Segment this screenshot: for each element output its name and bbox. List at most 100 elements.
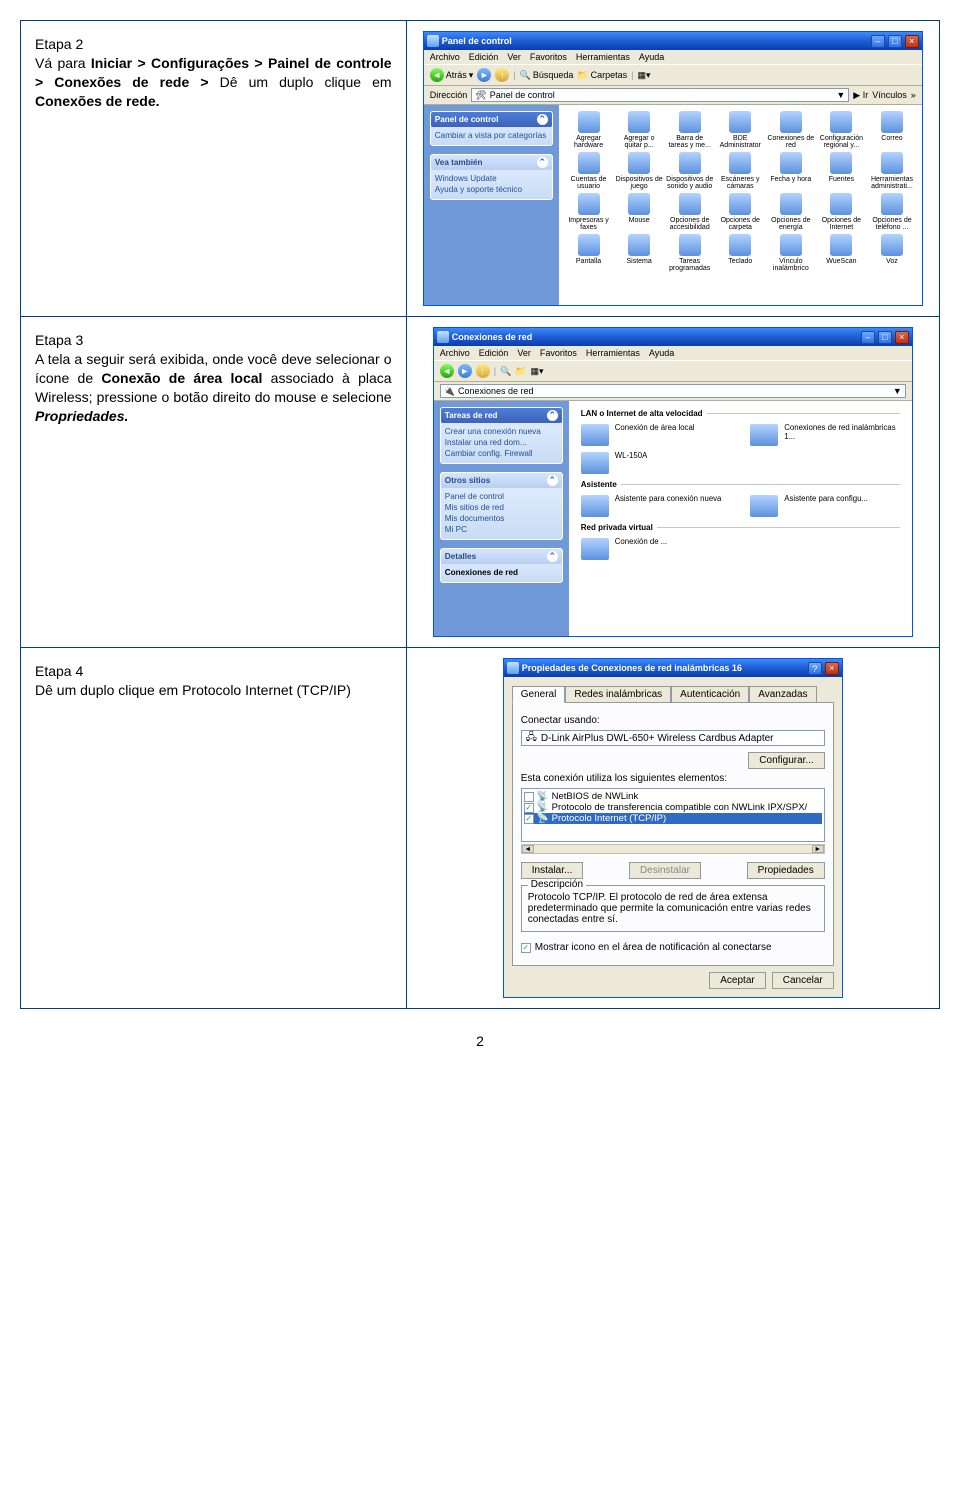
up-button[interactable]: ↑ [476,364,490,378]
configure-button[interactable]: Configurar... [748,752,824,769]
tab-auth[interactable]: Autenticación [671,686,749,703]
properties-button[interactable]: Propiedades [747,862,825,879]
tab-advanced[interactable]: Avanzadas [749,686,816,703]
minimize-button[interactable]: – [871,35,885,48]
list-item[interactable]: 📡NetBIOS de NWLink [524,791,822,802]
cp-item[interactable]: Cuentas de usuario [565,152,613,190]
side-link-categories[interactable]: Cambiar a vista por categorías [435,130,548,141]
cp-item[interactable]: Impresoras y faxes [565,193,613,231]
cp-item[interactable]: Fecha y hora [767,152,815,190]
menu-edicion[interactable]: Edición [469,52,499,62]
side-card-title[interactable]: Tareas de red⌃ [441,408,562,423]
other-link[interactable]: Panel de control [445,491,558,502]
side-link-winupdate[interactable]: Windows Update [435,173,548,184]
task-link[interactable]: Crear una conexión nueva [445,426,558,437]
scroll-right[interactable]: ► [812,845,824,853]
links-chevron[interactable]: » [911,90,916,100]
forward-button[interactable]: ► [458,364,472,378]
cp-item[interactable]: Fuentes [818,152,866,190]
checkbox[interactable]: ✓ [524,814,534,824]
cp-item[interactable]: Opciones de energía [767,193,815,231]
cp-item[interactable]: Tareas programadas [666,234,714,272]
cp-item[interactable]: Escáneres y cámaras [716,152,764,190]
cp-item[interactable]: Mouse [615,193,663,231]
menu-archivo[interactable]: Archivo [440,348,470,358]
uninstall-button[interactable]: Desinstalar [629,862,701,879]
cp-item[interactable]: Agregar o quitar p... [615,111,663,149]
menu-ayuda[interactable]: Ayuda [639,52,664,62]
cp-item[interactable]: Sistema [615,234,663,272]
menu-herramientas[interactable]: Herramientas [586,348,640,358]
wizard-new-conn[interactable]: Asistente para conexión nueva [581,495,731,517]
cp-item[interactable]: Teclado [716,234,764,272]
views-button[interactable]: ▦▾ [638,70,651,81]
forward-button[interactable]: ► [477,68,491,82]
cp-item[interactable]: Agregar hardware [565,111,613,149]
cp-item[interactable]: Dispositivos de sonido y audio [666,152,714,190]
views-button[interactable]: ▦▾ [531,366,544,377]
collapse-icon[interactable]: ⌃ [547,410,558,421]
close-button[interactable]: × [825,662,839,675]
help-button[interactable]: ? [808,662,822,675]
menu-herramientas[interactable]: Herramientas [576,52,630,62]
components-listbox[interactable]: 📡NetBIOS de NWLink ✓📡Protocolo de transf… [521,788,825,842]
connection-item-lan[interactable]: Conexión de área local [581,424,731,446]
list-item[interactable]: ✓📡Protocolo de transferencia compatible … [524,802,822,813]
titlebar[interactable]: Conexiones de red – □ × [434,328,912,346]
maximize-button[interactable]: □ [888,35,902,48]
folders-button[interactable]: 📁Carpetas [577,70,627,81]
titlebar[interactable]: Propiedades de Conexiones de red inalámb… [504,659,842,677]
network-connections-window[interactable]: Conexiones de red – □ × Archivo Edición … [433,327,913,637]
cp-item[interactable]: Vínculo inalámbrico [767,234,815,272]
side-card-title2[interactable]: Vea también⌃ [431,155,552,170]
collapse-icon[interactable]: ⌃ [537,114,548,125]
search-button[interactable]: 🔍 [500,366,511,377]
cp-item[interactable]: Opciones de carpeta [716,193,764,231]
titlebar[interactable]: Panel de control – □ × [424,32,922,50]
cp-item[interactable]: Opciones de Internet [818,193,866,231]
checkbox[interactable]: ✓ [524,803,534,813]
address-input[interactable]: 🔌Conexiones de red▼ [440,384,906,398]
cp-item[interactable]: Pantalla [565,234,613,272]
scroll-left[interactable]: ◄ [522,845,534,853]
side-card-title[interactable]: Panel de control⌃ [431,112,552,127]
menu-archivo[interactable]: Archivo [430,52,460,62]
maximize-button[interactable]: □ [878,331,892,344]
menu-ver[interactable]: Ver [517,348,531,358]
list-item-selected[interactable]: ✓📡Protocolo Internet (TCP/IP) [524,813,822,824]
tab-wireless[interactable]: Redes inalámbricas [565,686,671,703]
search-button[interactable]: 🔍Búsqueda [520,70,574,81]
address-input[interactable]: 🛠Panel de control▼ [471,88,849,102]
cp-item[interactable]: Conexiones de red [767,111,815,149]
collapse-icon[interactable]: ⌃ [547,475,558,486]
collapse-icon[interactable]: ⌃ [537,157,548,168]
connection-item-wireless[interactable]: Conexiones de red inalámbricas 1... [750,424,900,446]
cp-item[interactable]: Opciones de teléfono ... [868,193,916,231]
folders-button[interactable]: 📁 [515,366,526,377]
horizontal-scrollbar[interactable]: ◄► [521,844,825,854]
close-button[interactable]: × [905,35,919,48]
cp-item[interactable]: Dispositivos de juego [615,152,663,190]
cp-item[interactable]: WueScan [818,234,866,272]
cp-item[interactable]: Herramientas administrati... [868,152,916,190]
back-button[interactable]: ◄ [440,364,454,378]
back-button[interactable]: ◄Atrás ▾ [430,68,474,82]
checkbox[interactable] [524,792,534,802]
cp-item[interactable]: Correo [868,111,916,149]
vpn-item[interactable]: Conexión de ... [581,538,731,560]
menu-favoritos[interactable]: Favoritos [540,348,577,358]
menu-ver[interactable]: Ver [507,52,521,62]
menu-edicion[interactable]: Edición [479,348,509,358]
control-panel-window[interactable]: Panel de control – □ × Archivo Edición V… [423,31,923,306]
install-button[interactable]: Instalar... [521,862,584,879]
menu-favoritos[interactable]: Favoritos [530,52,567,62]
collapse-icon[interactable]: ⌃ [547,551,558,562]
menubar[interactable]: Archivo Edición Ver Favoritos Herramient… [434,346,912,360]
other-link[interactable]: Mi PC [445,524,558,535]
notify-checkbox[interactable]: ✓ [521,943,531,953]
other-link[interactable]: Mis documentos [445,513,558,524]
go-button[interactable]: ▶ Ir [853,90,868,101]
side-card-title3[interactable]: Detalles⌃ [441,549,562,564]
close-button[interactable]: × [895,331,909,344]
cancel-button[interactable]: Cancelar [772,972,834,989]
